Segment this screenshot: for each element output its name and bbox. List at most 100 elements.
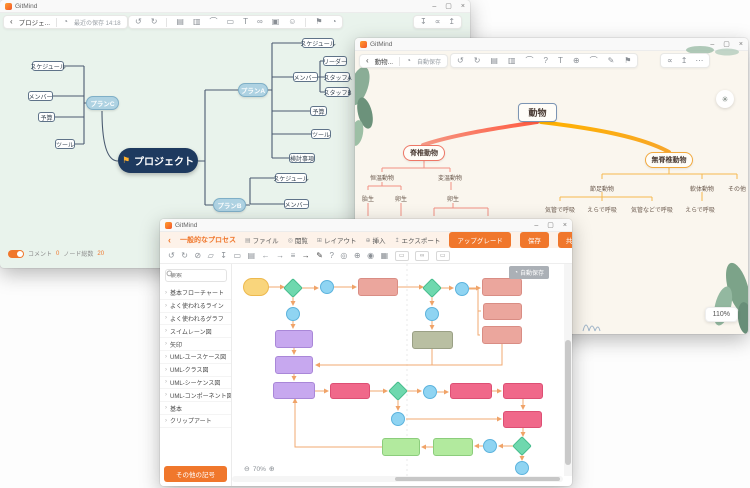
map-node[interactable]: スタッフA [325, 72, 350, 82]
category-uml-sequence[interactable]: ›UML-シーケンス図 [160, 377, 231, 390]
flow-node-process[interactable] [482, 278, 522, 296]
copy-icon[interactable]: ▱ [208, 252, 214, 260]
doc-title[interactable]: 一般的なプロセス [180, 235, 236, 245]
map-node[interactable]: スケジュール [275, 173, 307, 183]
flow-node-start[interactable] [243, 278, 269, 296]
flow-node-process[interactable] [358, 278, 398, 296]
scrollbar-thumb[interactable] [395, 477, 560, 481]
download-icon[interactable]: ↧ [220, 252, 227, 260]
tree-node[interactable]: 胎生 [362, 194, 374, 203]
delete-icon[interactable]: ⊘ [194, 252, 201, 260]
tree-node[interactable]: えらで呼吸 [587, 205, 617, 214]
vertical-scrollbar[interactable] [564, 264, 572, 476]
map-node[interactable]: 検討事項 [289, 153, 315, 163]
flow-node-process[interactable] [273, 382, 315, 399]
tree-node[interactable]: その他 [728, 184, 746, 193]
anchor-icon[interactable]: ⊕ [354, 252, 361, 260]
tree-node[interactable]: えらで呼吸 [685, 205, 715, 214]
search-input[interactable] [170, 273, 214, 279]
quick-shape-link-button[interactable]: ∞ [415, 251, 429, 261]
zoom-in-icon[interactable]: ⊕ [269, 465, 275, 473]
shape-icon[interactable]: ▭ [233, 252, 241, 260]
category-swimlane[interactable]: ›スイムレーン図 [160, 325, 231, 338]
map-node[interactable]: メンバー [284, 199, 309, 209]
flow-node-connector[interactable] [425, 307, 439, 321]
save-button[interactable]: 保存 [520, 232, 549, 248]
map-node[interactable]: メンバー [28, 91, 53, 101]
laser-tool-button[interactable]: ✳ [716, 90, 734, 108]
quick-shape-rect-button[interactable]: ▭ [395, 251, 409, 261]
map-node-center[interactable]: ⚑ プロジェクト [118, 148, 198, 173]
flow-node-process[interactable] [275, 330, 313, 348]
horizontal-scrollbar[interactable] [232, 476, 563, 482]
flow-node-process[interactable] [483, 303, 522, 320]
category-clipart[interactable]: ›クリップアート [160, 415, 231, 428]
share-button[interactable]: 共有 [558, 232, 572, 248]
map-node[interactable]: ツール [55, 139, 75, 149]
comment-toggle[interactable] [8, 250, 24, 258]
menu-layout[interactable]: ⊞レイアウト [317, 235, 357, 245]
connector-icon[interactable]: → [302, 252, 310, 260]
upgrade-button[interactable]: アップグレード [449, 232, 511, 248]
grid-icon[interactable]: ▤ [248, 252, 256, 260]
flow-node-process[interactable] [450, 383, 492, 399]
map-node-plan-a[interactable]: プランA [238, 83, 268, 97]
flow-node-process[interactable] [482, 326, 522, 344]
theme-icon[interactable]: ◎ [340, 252, 347, 260]
back-icon[interactable]: ‹ [168, 235, 171, 245]
menu-export[interactable]: ↥エクスポート [394, 235, 440, 245]
flow-node-process[interactable] [503, 411, 542, 428]
more-shapes-button[interactable]: その他の記号 [164, 466, 227, 482]
flow-node-process[interactable] [330, 383, 370, 399]
flow-node-connector[interactable] [320, 280, 334, 294]
menu-insert[interactable]: ⊕挿入 [365, 235, 385, 245]
tree-node[interactable]: 恒温動物 [370, 173, 394, 182]
flowchart-canvas[interactable]: ◔ 自動保存 ⊖ 70% ⊕ [232, 264, 563, 476]
flow-node-process[interactable] [503, 383, 543, 399]
map-node-plan-b[interactable]: プランB [213, 198, 246, 212]
flow-node-connector[interactable] [391, 412, 405, 426]
align-right-icon[interactable]: → [276, 252, 284, 260]
flow-node-process[interactable] [382, 438, 420, 456]
map-node[interactable]: メンバー [293, 72, 318, 82]
lock-icon[interactable]: ◉ [367, 252, 374, 260]
category-common-lines[interactable]: ›よく使われるライン [160, 300, 231, 313]
titlebar[interactable]: GitMind – ▢ × [160, 219, 572, 232]
tree-node[interactable]: 気管などで呼吸 [631, 205, 673, 214]
tree-node[interactable]: 気管で呼吸 [545, 205, 575, 214]
quick-shape-box-button[interactable]: ▭ [436, 251, 450, 261]
map-node[interactable]: ツール [311, 129, 331, 139]
flow-node-process[interactable] [412, 331, 453, 349]
pen-icon[interactable]: ✎ [316, 252, 323, 260]
map-node[interactable]: スケジュール [302, 38, 334, 48]
tree-node[interactable]: 卵生 [447, 194, 459, 203]
map-node[interactable]: スタッフB [325, 87, 350, 97]
line-style-icon[interactable]: ≡ [291, 252, 296, 260]
tree-node-invertebrate[interactable]: 無脊椎動物 [645, 152, 693, 168]
category-arrows[interactable]: ›矢印 [160, 338, 231, 351]
category-basic-flowchart[interactable]: ›基本フローチャート [160, 287, 231, 300]
tree-node[interactable]: 軟体動物 [690, 184, 714, 193]
category-uml-component[interactable]: ›UML-コンポーネント図 [160, 389, 231, 402]
tree-node-root[interactable]: 動物 [518, 103, 557, 122]
minimize-button[interactable]: – [534, 219, 538, 232]
align-left-icon[interactable]: ← [262, 252, 270, 260]
flow-node-process[interactable] [433, 438, 473, 456]
map-node[interactable]: 予算 [310, 106, 327, 116]
scrollbar-thumb[interactable] [565, 340, 571, 465]
help-icon[interactable]: ? [329, 252, 333, 260]
panel-icon[interactable]: ▦ [381, 252, 389, 260]
menu-view[interactable]: ◎閲覧 [288, 235, 308, 245]
category-uml-usecase[interactable]: ›UML-ユースケース図 [160, 351, 231, 364]
map-node-plan-c[interactable]: プランC [86, 96, 119, 110]
map-node[interactable]: スケジュール [32, 61, 64, 71]
maximize-button[interactable]: ▢ [547, 219, 554, 232]
flow-node-connector[interactable] [423, 385, 437, 399]
undo-icon[interactable]: ↺ [168, 252, 175, 260]
tree-node[interactable]: 節足動物 [590, 184, 614, 193]
map-node[interactable]: 予算 [38, 112, 55, 122]
zoom-out-icon[interactable]: ⊖ [244, 465, 250, 473]
shape-search[interactable] [165, 269, 227, 282]
category-basic[interactable]: ›基本 [160, 402, 231, 415]
zoom-level-badge[interactable]: 110% [705, 307, 738, 322]
